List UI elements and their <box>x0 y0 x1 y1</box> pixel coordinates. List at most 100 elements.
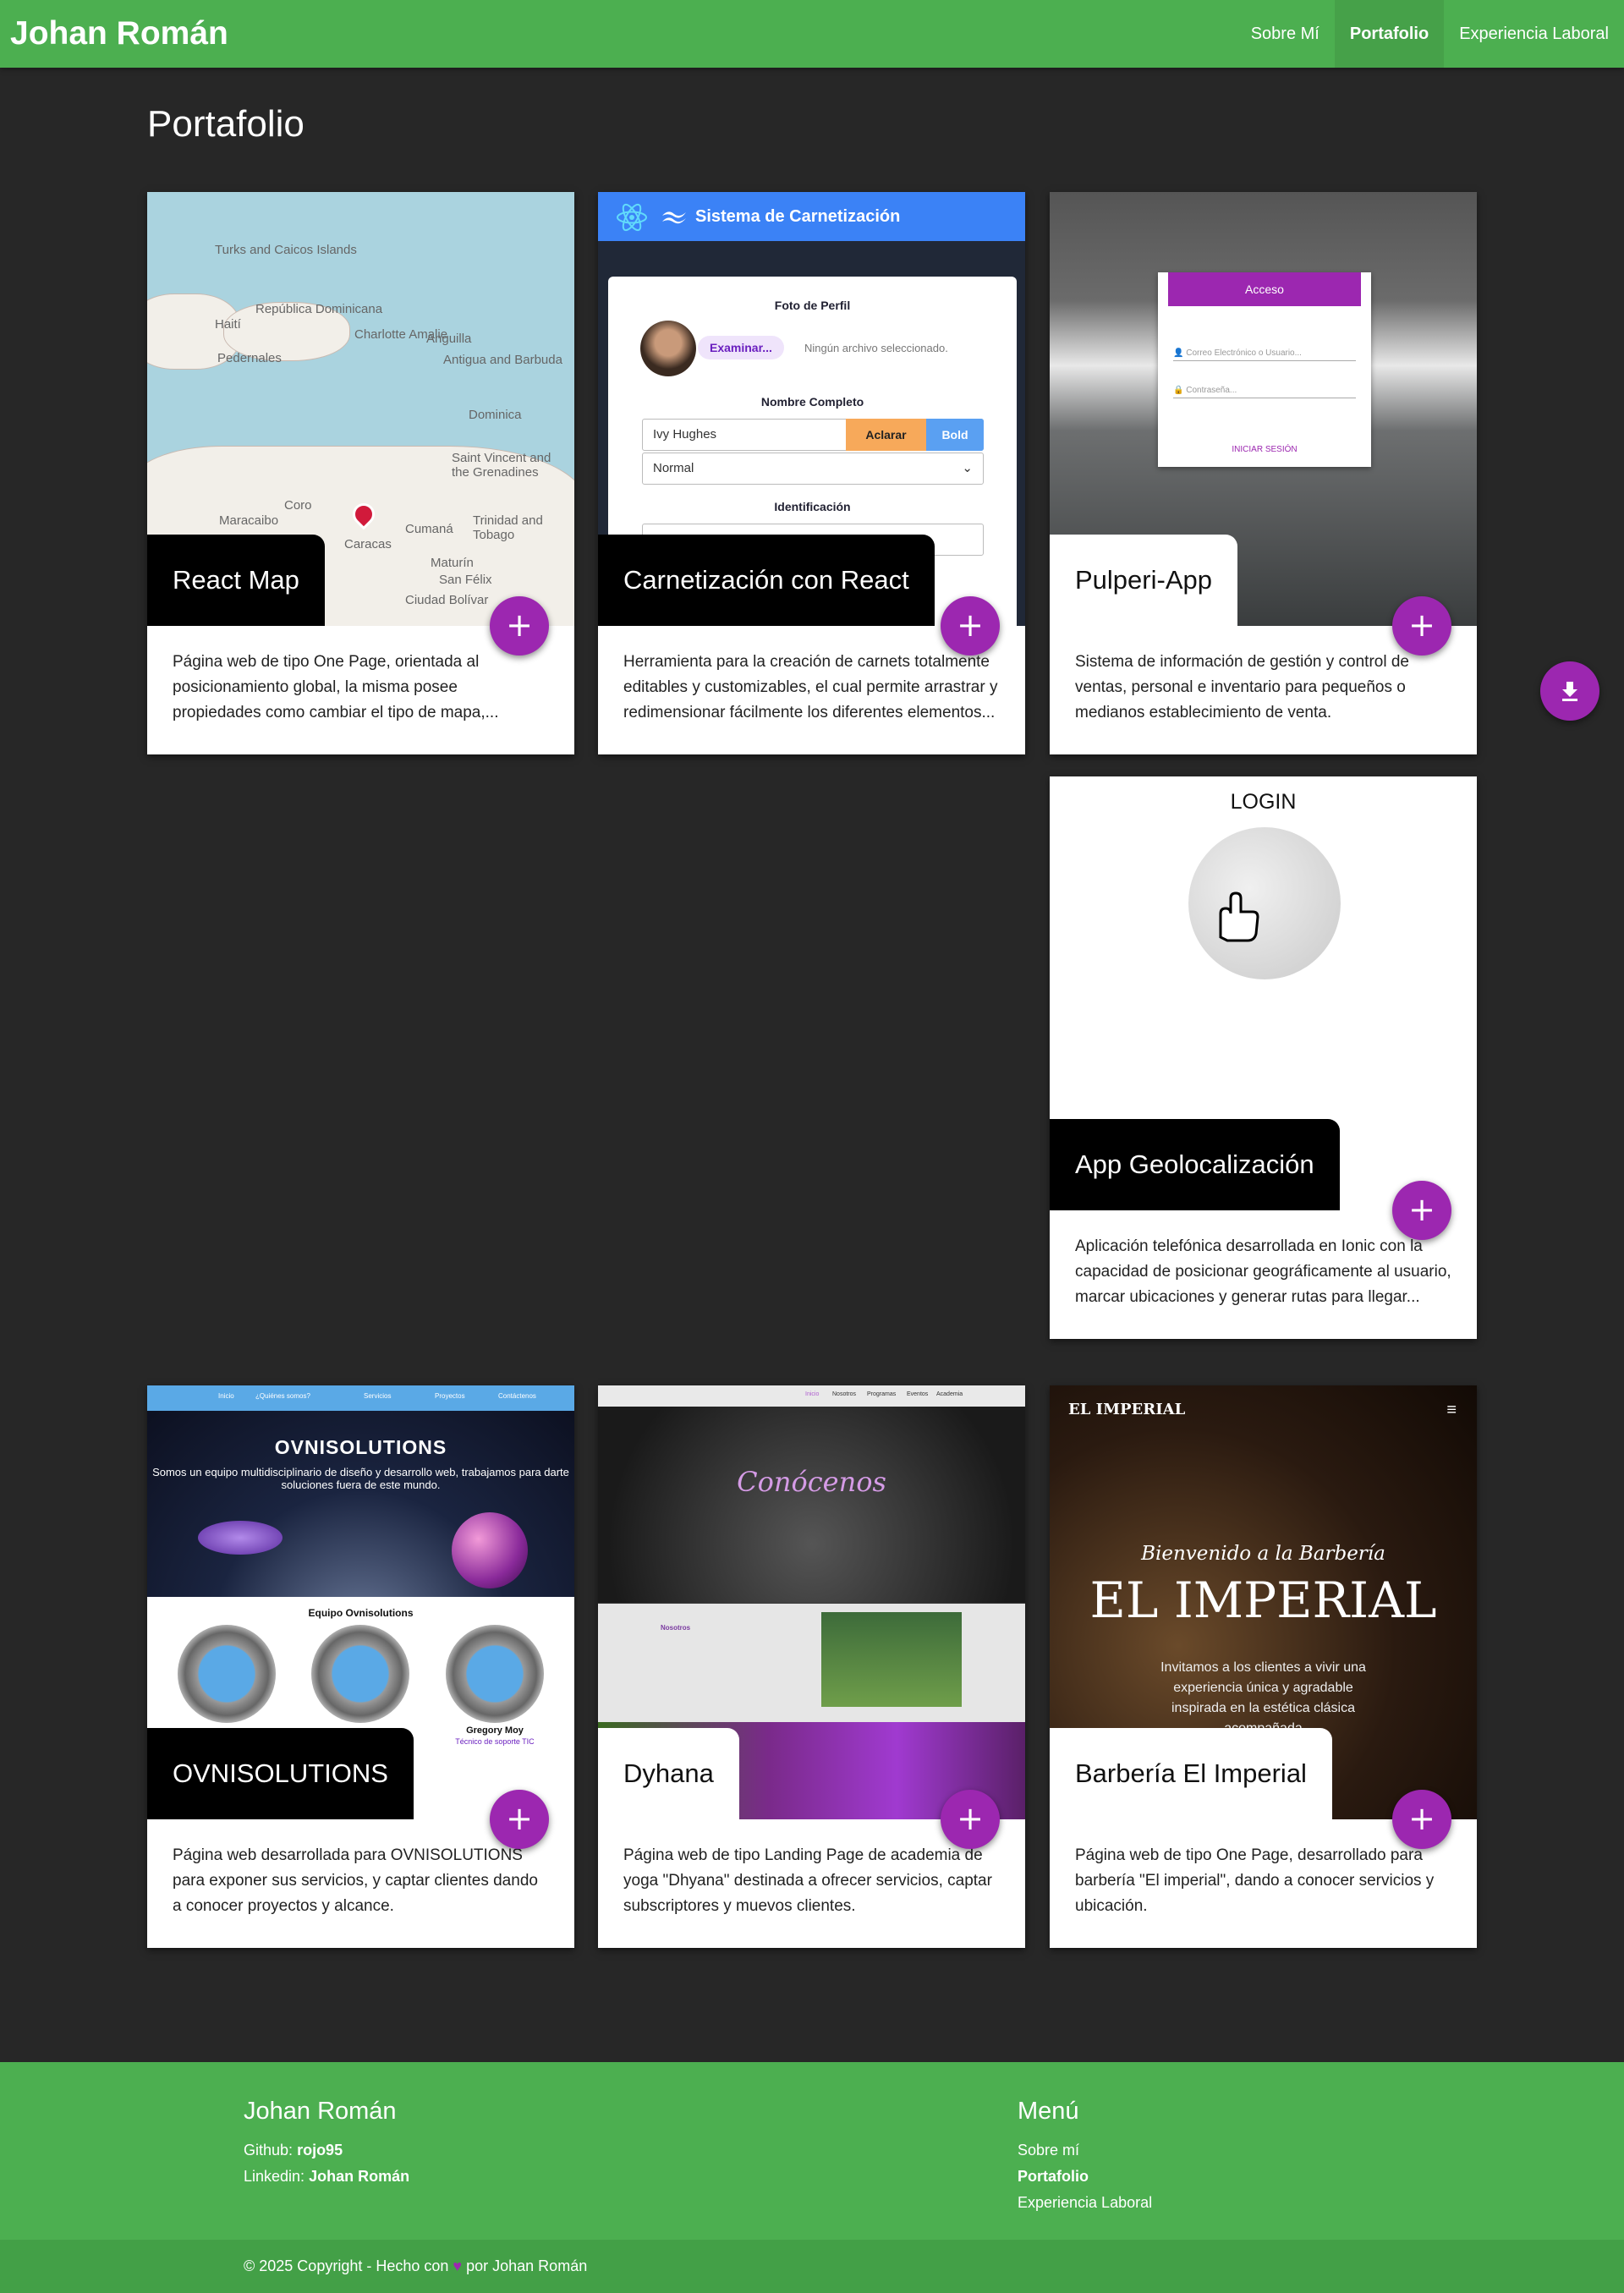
card-image-pulperi: Acceso 👤 Correo Electrónico o Usuario...… <box>1050 192 1477 626</box>
github-label: Github: <box>244 2142 294 2159</box>
nav-link-sobre-mi[interactable]: Sobre Mí <box>1236 0 1335 68</box>
avatar <box>640 321 696 376</box>
footer-name: Johan Román <box>244 2098 397 2125</box>
footer-link-portafolio[interactable]: Portafolio <box>1018 2164 1152 2190</box>
email-placeholder: Correo Electrónico o Usuario... <box>1186 348 1302 358</box>
map-label: San Félix <box>439 573 492 587</box>
dhyana-section-title: Nosotros <box>661 1624 691 1632</box>
team-avatar <box>311 1625 409 1723</box>
card-title[interactable]: Pulperi-App <box>1050 535 1237 626</box>
ovni-nav-item: Inicio <box>218 1392 234 1400</box>
linkedin-label: Linkedin: <box>244 2168 305 2185</box>
foto-label: Foto de Perfil <box>774 299 851 312</box>
map-label: Haití <box>215 317 241 332</box>
map-label: Coro <box>284 498 312 513</box>
login-title: Acceso <box>1168 272 1361 306</box>
map-label: Antigua and Barbuda <box>443 353 562 367</box>
dhyana-nav-item: Eventos <box>907 1391 929 1397</box>
style-value: Normal <box>653 461 694 475</box>
map-label: Dominica <box>469 408 522 422</box>
footer-link-sobre-mi[interactable]: Sobre mí <box>1018 2137 1152 2164</box>
card-title[interactable]: App Geolocalización <box>1050 1119 1340 1210</box>
map-label: Turks and Caicos Islands <box>215 243 357 257</box>
portfolio-card: Turks and Caicos Islands República Domin… <box>147 192 574 754</box>
team-avatar <box>178 1625 276 1723</box>
card-title[interactable]: Carnetización con React <box>598 535 935 626</box>
email-field[interactable]: 👤 Correo Electrónico o Usuario... <box>1173 348 1356 361</box>
dhyana-nav-item: Inicio <box>805 1391 820 1397</box>
name-label: Nombre Completo <box>760 395 864 409</box>
footer-linkedin: Linkedin: Johan Román <box>244 2164 409 2190</box>
map-label: Anguilla <box>426 332 472 346</box>
portfolio-card: Sistema de Carnetización Foto de Perfil … <box>598 192 1025 754</box>
ovni-hero-sub: Somos un equipo multidisciplinario de di… <box>152 1466 569 1491</box>
member-name: Gregory Moy <box>466 1725 524 1736</box>
login-box: Acceso 👤 Correo Electrónico o Usuario...… <box>1158 272 1371 467</box>
footer-link-experiencia[interactable]: Experiencia Laboral <box>1018 2190 1152 2216</box>
ovni-hero-title: OVNISOLUTIONS <box>274 1436 447 1458</box>
ovni-nav-item: Servicios <box>364 1392 392 1400</box>
copyright-prefix: © 2025 Copyright - Hecho con <box>244 2257 449 2274</box>
copyright-bar: © 2025 Copyright - Hecho con ♥ por Johan… <box>0 2240 1624 2293</box>
card-image-map: Turks and Caicos Islands República Domin… <box>147 192 574 626</box>
expand-button[interactable]: + <box>941 1790 1000 1849</box>
map-label: Ciudad Bolívar <box>405 593 489 607</box>
portfolio-card: Inicio ¿Quiénes somos? Servicios Proyect… <box>147 1385 574 1948</box>
download-button[interactable] <box>1540 661 1599 721</box>
bold-button[interactable]: Bold <box>926 419 984 451</box>
dhyana-nav: Inicio Nosotros Programas Eventos Academ… <box>598 1385 1025 1407</box>
brand-logo[interactable]: Johan Román <box>10 0 228 68</box>
card-title[interactable]: React Map <box>147 535 325 626</box>
card-image-barber: EL IMPERIAL ≡ Bienvenido a la Barbería E… <box>1050 1385 1477 1819</box>
ovni-team-title: Equipo Ovnisolutions <box>308 1607 414 1619</box>
barber-text: Invitamos a los clientes a vivir una exp… <box>1160 1660 1366 1736</box>
browse-button[interactable]: Examinar... <box>698 336 784 359</box>
dhyana-nav-item: Programas <box>867 1391 897 1397</box>
expand-button[interactable]: + <box>941 596 1000 656</box>
card-title[interactable]: OVNISOLUTIONS <box>147 1728 414 1819</box>
card-image-geo: LOGIN App Geolocalización <box>1050 776 1477 1210</box>
expand-button[interactable]: + <box>1392 1181 1451 1240</box>
member-role: Técnico de soporte TIC <box>455 1737 535 1746</box>
password-field[interactable]: 🔒 Contraseña... <box>1173 386 1356 398</box>
style-select[interactable]: Normal ⌄ <box>642 453 984 485</box>
ovni-nav-item: ¿Quiénes somos? <box>255 1392 310 1400</box>
expand-button[interactable]: + <box>1392 596 1451 656</box>
hand-pointer-icon <box>1188 827 1341 979</box>
card-image-carnet: Sistema de Carnetización Foto de Perfil … <box>598 192 1025 626</box>
dhyana-nav-item: Nosotros <box>832 1391 857 1397</box>
dhyana-nav-item: Academia <box>936 1391 963 1397</box>
card-title[interactable]: Dyhana <box>598 1728 739 1819</box>
id-label: Identificación <box>774 500 851 513</box>
github-link[interactable]: rojo95 <box>297 2142 343 2159</box>
login-submit-button[interactable]: INICIAR SESIÓN <box>1158 445 1371 454</box>
linkedin-link[interactable]: Johan Román <box>309 2168 409 2185</box>
map-label: Trinidad and Tobago <box>473 513 543 542</box>
map-label: Maracaibo <box>219 513 279 528</box>
expand-button[interactable]: + <box>1392 1790 1451 1849</box>
navbar: Johan Román Sobre Mí Portafolio Experien… <box>0 0 1624 68</box>
card-title[interactable]: Barbería El Imperial <box>1050 1728 1332 1819</box>
clear-button[interactable]: Aclarar <box>846 419 926 451</box>
hamburger-menu-icon: ≡ <box>1446 1401 1457 1419</box>
page-title: Portafolio <box>147 103 304 145</box>
card-image-dhyana: Inicio Nosotros Programas Eventos Academ… <box>598 1385 1025 1819</box>
dhyana-hero-title: Conócenos <box>737 1466 886 1498</box>
no-file-text: Ningún archivo seleccionado. <box>804 342 948 354</box>
nav-link-portafolio[interactable]: Portafolio <box>1334 0 1445 68</box>
footer-about: Johan Román Github: rojo95 Linkedin: Joh… <box>244 2098 409 2190</box>
nav-links: Sobre Mí Portafolio Experiencia Laboral <box>1236 0 1624 68</box>
react-icon <box>617 203 647 232</box>
expand-button[interactable]: + <box>490 1790 549 1849</box>
name-value: Ivy Hughes <box>653 427 717 442</box>
ufo-icon <box>198 1521 283 1555</box>
ovni-nav-item: Contáctenos <box>498 1392 536 1400</box>
nav-link-experiencia[interactable]: Experiencia Laboral <box>1444 0 1624 68</box>
team-avatar <box>446 1625 544 1723</box>
barber-welcome: Bienvenido a la Barbería <box>1141 1543 1385 1565</box>
card-image-ovni: Inicio ¿Quiénes somos? Servicios Proyect… <box>147 1385 574 1819</box>
barber-logo: EL IMPERIAL <box>1068 1401 1186 1418</box>
map-label: Maturín <box>431 556 474 570</box>
expand-button[interactable]: + <box>490 596 549 656</box>
portfolio-card: EL IMPERIAL ≡ Bienvenido a la Barbería E… <box>1050 1385 1477 1948</box>
